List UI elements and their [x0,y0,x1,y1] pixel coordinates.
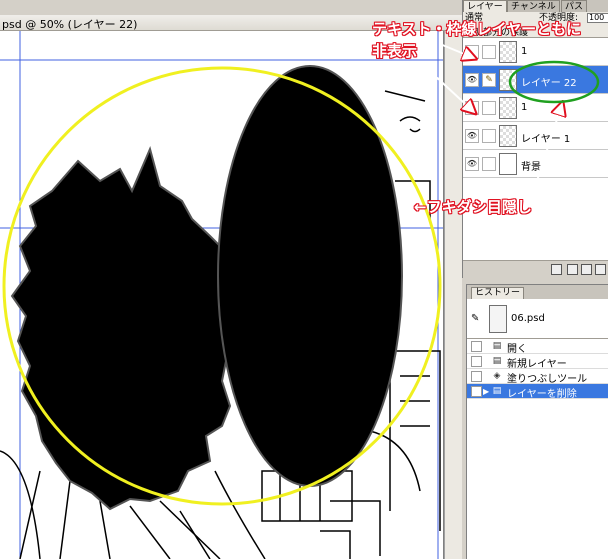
history-source-box[interactable] [471,341,482,352]
history-item-label: 塗りつぶしツール [507,374,588,385]
layers-panel-tabs: レイヤー チャンネル パス [463,0,608,12]
opacity-field[interactable]: 100 [587,13,608,23]
layer-name: 1 [521,102,528,113]
link-toggle[interactable] [482,101,496,115]
layer-row[interactable]: 1 [463,94,608,122]
eye-icon[interactable]: 👁 [465,157,479,171]
layer-list: 1 👁 ✎ レイヤー 22 1 👁 レイヤー 1 👁 背景 [463,38,608,260]
history-source-box[interactable] [471,371,482,382]
layer-thumbnail [499,153,517,175]
link-toggle[interactable] [482,157,496,171]
tab-paths[interactable]: パス [561,0,588,12]
history-tabs: ヒストリー [467,285,608,299]
layer-row[interactable]: 👁 レイヤー 1 [463,122,608,150]
history-item-label: 新規レイヤー [507,359,567,370]
visibility-toggle[interactable] [465,45,479,59]
spiky-balloon [10,145,242,511]
history-snapshot[interactable]: ✎ 06.psd [467,299,608,339]
document-title: psd @ 50% (レイヤー 22) [2,18,138,31]
tab-layers[interactable]: レイヤー [463,0,507,12]
eye-icon[interactable]: 👁 [465,73,479,87]
history-item[interactable]: ▤ 開く [467,339,608,355]
new-layer-icon: ▤ [492,356,502,366]
screen: psd @ 50% (レイヤー 22) レイヤー チャンネル パス 通常 不透明… [0,0,608,559]
annotation-arrow-label: ←フキダシ目隠し [414,198,532,216]
history-item[interactable]: ◈ 塗りつぶしツール [467,369,608,385]
history-brush-icon[interactable]: ✎ [471,313,479,324]
canvas[interactable] [0,31,444,559]
layer-name: レイヤー 22 [521,78,577,89]
history-state-slider-icon[interactable]: ▶ [483,387,489,396]
trash-icon[interactable] [595,264,606,275]
layer-row[interactable]: 👁 背景 [463,150,608,178]
eye-icon[interactable]: 👁 [465,129,479,143]
delete-layer-icon: ▤ [492,386,502,396]
menu-strip [0,0,462,15]
layer-row-selected[interactable]: 👁 ✎ レイヤー 22 [463,66,608,94]
layer-name: 1 [521,46,528,57]
document-window: psd @ 50% (レイヤー 22) [0,0,462,559]
history-item-selected[interactable]: ▶ ▤ レイヤーを削除 [467,384,608,400]
history-item[interactable]: ▤ 新規レイヤー [467,354,608,370]
layers-panel: レイヤー チャンネル パス 通常 不透明度: 100 透明部分の保護 1 👁 ✎… [462,0,608,278]
history-item-label: レイヤーを削除 [507,389,577,400]
paint-bucket-icon: ◈ [493,371,501,381]
vertical-scrollbar[interactable] [444,31,462,559]
history-item-label: 開く [507,344,527,355]
new-set-icon[interactable] [567,264,578,275]
tab-history[interactable]: ヒストリー [471,287,525,299]
brush-icon[interactable]: ✎ [482,73,496,87]
layer-thumbnail [499,41,517,63]
snapshot-thumbnail [489,305,507,333]
link-toggle[interactable] [482,45,496,59]
layer-thumbnail [499,125,517,147]
layer-row[interactable]: 1 [463,38,608,66]
layer-name: 背景 [521,162,541,173]
snapshot-name: 06.psd [511,313,545,324]
tab-channels[interactable]: チャンネル [507,0,560,12]
new-fill-layer-icon[interactable] [551,264,562,275]
open-document-icon: ▤ [492,341,502,351]
annotation-line-2: 非表示 [372,42,418,60]
link-toggle[interactable] [482,129,496,143]
layers-panel-footer [463,260,608,278]
history-list: ▤ 開く ▤ 新規レイヤー ◈ 塗りつぶしツール ▶ ▤ レイヤーを削除 [467,339,608,559]
new-layer-icon[interactable] [581,264,592,275]
history-source-box[interactable] [471,356,482,367]
visibility-toggle[interactable] [465,101,479,115]
layer-name: レイヤー 1 [521,134,571,145]
history-panel: ヒストリー ✎ 06.psd ▤ 開く ▤ 新規レイヤー ◈ 塗りつぶしツール [466,284,608,559]
layer-thumbnail [499,69,517,91]
artwork [0,31,443,559]
layer-thumbnail [499,97,517,119]
annotation-line-1: テキスト・枠線レイヤーともに [372,20,582,38]
history-source-box[interactable] [471,386,482,397]
